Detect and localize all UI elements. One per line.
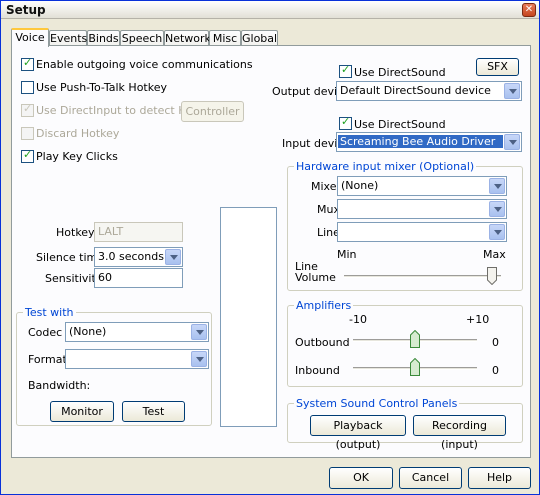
silence-time-select[interactable]: 3.0 seconds <box>94 247 183 267</box>
controller-button[interactable]: Controller <box>181 101 244 122</box>
chevron-down-icon[interactable] <box>504 134 520 150</box>
input-directsound-label: Use DirectSound <box>354 118 446 131</box>
line-volume-track[interactable] <box>344 275 501 278</box>
codec-select[interactable]: (None) <box>65 322 209 342</box>
window-title: Setup <box>6 3 46 17</box>
title-bar: Setup ✕ <box>1 1 539 19</box>
play-key-clicks-label: Play Key Clicks <box>36 150 118 163</box>
tab-binds[interactable]: Binds <box>87 30 120 46</box>
input-directsound-checkbox[interactable]: ✓ <box>339 115 352 130</box>
line-select[interactable] <box>337 222 507 242</box>
line-volume-max-label: Max <box>483 248 506 261</box>
chevron-down-icon[interactable] <box>489 224 505 240</box>
help-button[interactable]: Help <box>468 467 531 489</box>
push-to-talk-label: Use Push-To-Talk Hotkey <box>36 81 167 94</box>
tab-misc[interactable]: Misc <box>209 30 241 46</box>
inbound-slider-thumb[interactable] <box>410 358 420 376</box>
checkmark-icon: ✓ <box>341 63 351 76</box>
checkmark-icon: ✓ <box>341 115 351 128</box>
line-volume-slider-thumb[interactable] <box>487 267 497 285</box>
enable-outgoing-checkbox[interactable]: ✓ <box>21 56 34 71</box>
codec-value: (None) <box>69 325 107 338</box>
push-to-talk-checkbox[interactable] <box>21 81 34 94</box>
cancel-button[interactable]: Cancel <box>399 467 462 489</box>
tab-network[interactable]: Network <box>164 30 211 46</box>
checkmark-icon: ✓ <box>23 102 33 115</box>
bandwidth-label: Bandwidth: <box>28 379 91 392</box>
hardware-mixer-group: Hardware input mixer (Optional) Mixer (N… <box>287 160 523 291</box>
tab-speech[interactable]: Speech <box>120 30 164 46</box>
mixer-select[interactable]: (None) <box>337 176 507 196</box>
discard-hotkey-label: Discard Hotkey <box>36 127 120 140</box>
outbound-value: 0 <box>492 336 499 349</box>
chevron-down-icon[interactable] <box>191 351 207 367</box>
monitor-button[interactable]: Monitor <box>50 401 114 422</box>
chevron-down-icon[interactable] <box>165 249 181 265</box>
play-key-clicks-checkbox[interactable]: ✓ <box>21 148 34 163</box>
ok-button[interactable]: OK <box>329 467 393 489</box>
inbound-label: Inbound <box>295 364 340 377</box>
output-directsound-checkbox[interactable]: ✓ <box>339 63 352 78</box>
enable-outgoing-label: Enable outgoing voice communications <box>36 58 253 71</box>
sound-panels-group: System Sound Control Panels Playback (ou… <box>287 397 523 451</box>
tab-voice[interactable]: Voice <box>11 28 49 47</box>
sound-panels-title: System Sound Control Panels <box>294 397 460 410</box>
close-button[interactable]: ✕ <box>522 3 536 17</box>
voice-tab-panel: ✓ Enable outgoing voice communications U… <box>11 45 531 458</box>
format-label: Format <box>28 353 67 366</box>
inbound-value: 0 <box>492 364 499 377</box>
chevron-down-icon[interactable] <box>504 83 520 99</box>
test-button[interactable]: Test <box>122 401 185 422</box>
chevron-down-icon[interactable] <box>191 324 207 340</box>
input-device-select[interactable]: Screaming Bee Audio Driver <box>336 132 522 152</box>
outbound-slider-thumb[interactable] <box>410 330 420 348</box>
sfx-button[interactable]: SFX <box>476 58 519 76</box>
amplifiers-group: Amplifiers -10 +10 Outbound 0 Inbound 0 <box>287 299 523 387</box>
output-directsound-label: Use DirectSound <box>354 66 446 79</box>
format-select[interactable] <box>65 349 209 369</box>
hardware-mixer-title: Hardware input mixer (Optional) <box>294 160 477 173</box>
input-device-value: Screaming Bee Audio Driver <box>338 135 503 148</box>
silence-time-value: 3.0 seconds <box>98 250 164 263</box>
hotkey-label: Hotkey <box>56 226 95 239</box>
mux-select[interactable] <box>337 199 507 219</box>
chevron-down-icon[interactable] <box>489 201 505 217</box>
output-device-select[interactable]: Default DirectSound device <box>336 81 522 101</box>
recording-input-button[interactable]: Recording (input) <box>413 415 506 451</box>
discard-hotkey-checkbox[interactable] <box>21 127 34 140</box>
playback-output-button[interactable]: Playback (output) <box>310 415 406 451</box>
checkmark-icon: ✓ <box>23 148 33 161</box>
output-device-value: Default DirectSound device <box>340 84 491 97</box>
line-volume-label-2: Volume <box>295 271 336 284</box>
test-with-title: Test with <box>23 306 76 319</box>
mixer-value: (None) <box>341 179 379 192</box>
checkmark-icon: ✓ <box>23 56 33 69</box>
test-with-group: Test with Codec (None) Format Bandwidth:… <box>16 306 212 426</box>
level-display-box <box>220 207 277 427</box>
chevron-down-icon[interactable] <box>489 178 505 194</box>
outbound-label: Outbound <box>295 336 350 349</box>
setup-window: Setup ✕ Voice Events Binds Speech Networ… <box>0 0 540 495</box>
codec-label: Codec <box>28 326 63 339</box>
tab-global[interactable]: Global <box>241 30 278 46</box>
tab-events[interactable]: Events <box>49 30 87 46</box>
amplifier-scale-min: -10 <box>349 313 367 326</box>
directinput-checkbox[interactable]: ✓ <box>21 102 34 117</box>
amplifier-scale-max: +10 <box>466 313 490 326</box>
amplifiers-title: Amplifiers <box>294 299 354 312</box>
sensitivity-field[interactable]: 60 <box>94 268 183 288</box>
hotkey-field[interactable]: LALT <box>94 222 183 242</box>
line-volume-min-label: Min <box>337 248 357 261</box>
